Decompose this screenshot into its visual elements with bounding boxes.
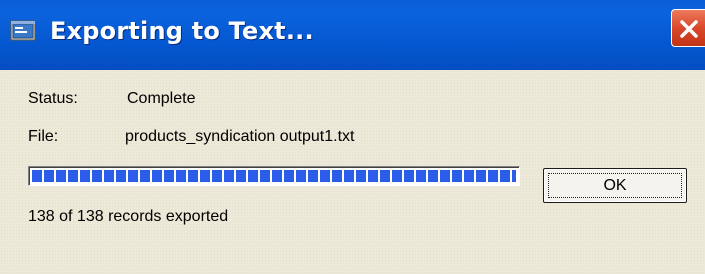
window-title: Exporting to Text... [50, 17, 314, 45]
progress-fill [32, 170, 516, 182]
close-button[interactable] [671, 9, 705, 47]
ok-button[interactable]: OK [543, 168, 687, 203]
progress-bar [28, 166, 520, 186]
close-icon [680, 20, 698, 38]
export-window-icon [10, 19, 38, 43]
status-value: Complete [127, 90, 196, 107]
records-exported-text: 138 of 138 records exported [28, 208, 229, 225]
file-label: File: [28, 128, 59, 145]
status-label: Status: [28, 90, 78, 107]
title-bar[interactable]: Exporting to Text... [0, 0, 705, 70]
file-name: products_syndication output1.txt [125, 128, 355, 145]
dialog-body: Status: Complete File: products_syndicat… [0, 70, 705, 274]
